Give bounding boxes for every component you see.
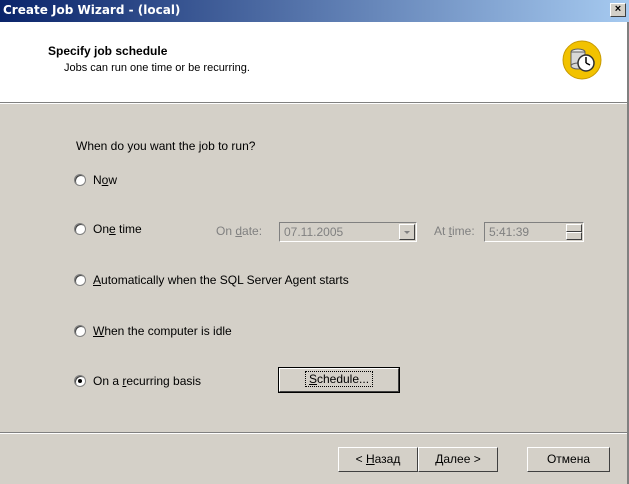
radio-agent-start[interactable] — [74, 274, 86, 286]
next-button[interactable]: Далее > — [418, 447, 498, 472]
option-agent-start[interactable]: Automatically when the SQL Server Agent … — [74, 273, 349, 287]
option-idle-label: When the computer is idle — [93, 324, 232, 338]
date-label: On date: — [216, 224, 263, 238]
title-bar: Create Job Wizard - (local) × — [0, 0, 629, 22]
next-button-label: Далее > — [435, 452, 481, 466]
page-title: Specify job schedule — [48, 44, 168, 58]
time-field[interactable]: 5:41:39 — [484, 222, 584, 242]
time-value: 5:41:39 — [489, 225, 530, 239]
back-button-label: < Назад — [355, 452, 401, 466]
footer-divider — [0, 432, 629, 434]
chevron-down-icon[interactable] — [399, 224, 415, 240]
option-now-label: Now — [93, 173, 118, 187]
schedule-button-label: Schedule... — [304, 371, 374, 387]
cancel-button[interactable]: Отмена — [527, 447, 610, 472]
schedule-button[interactable]: Schedule... — [278, 367, 400, 393]
close-button[interactable]: × — [610, 3, 626, 17]
date-value: 07.11.2005 — [284, 225, 344, 239]
option-recurring-label: On a recurring basis — [93, 374, 202, 388]
time-spinner[interactable] — [566, 224, 582, 240]
back-button[interactable]: < Назад — [338, 447, 418, 472]
option-agent-start-label: Automatically when the SQL Server Agent … — [93, 273, 349, 287]
option-now[interactable]: Now — [74, 173, 117, 187]
window-title: Create Job Wizard - (local) — [3, 3, 181, 17]
page-subtitle: Jobs can run one time or be recurring. — [64, 62, 250, 74]
time-label: At time: — [434, 224, 475, 238]
radio-idle[interactable] — [74, 325, 86, 337]
option-idle[interactable]: When the computer is idle — [74, 324, 232, 338]
date-picker[interactable]: 07.11.2005 — [279, 222, 417, 242]
spin-up-icon[interactable] — [566, 224, 582, 232]
schedule-button-face: Schedule... — [279, 368, 399, 392]
schedule-clock-icon — [562, 40, 602, 80]
wizard-header: Specify job schedule Jobs can run one ti… — [0, 22, 629, 102]
option-one-time-label: One time — [93, 222, 142, 236]
option-one-time[interactable]: One time — [74, 222, 142, 236]
question-label: When do you want the job to run? — [76, 139, 256, 153]
option-recurring[interactable]: On a recurring basis — [74, 374, 201, 388]
radio-now[interactable] — [74, 174, 86, 186]
header-divider — [0, 102, 629, 104]
radio-recurring[interactable] — [74, 375, 86, 387]
radio-one-time[interactable] — [74, 223, 86, 235]
spin-down-icon[interactable] — [566, 232, 582, 240]
